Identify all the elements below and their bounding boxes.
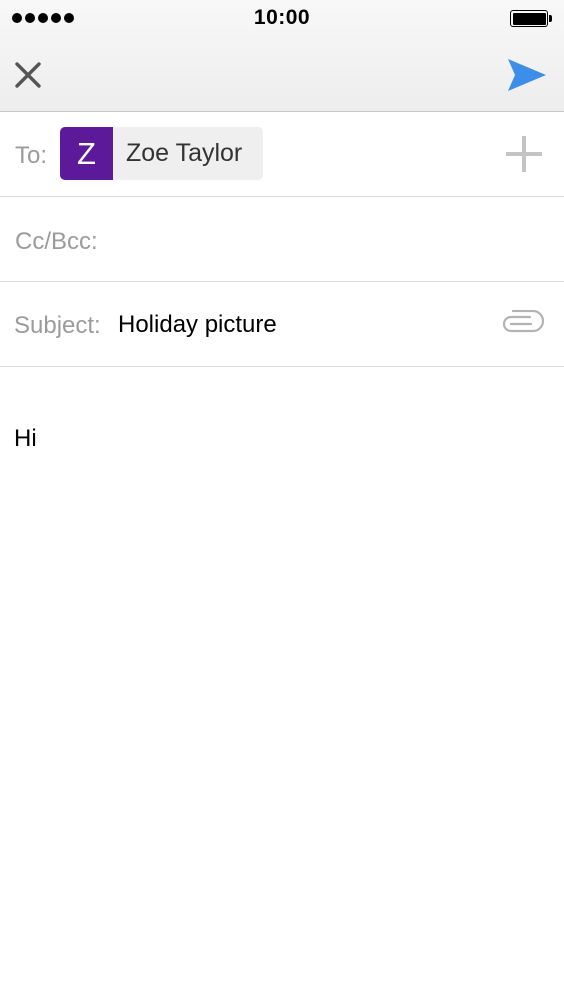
paperclip-icon (502, 309, 545, 333)
message-body[interactable]: Hi (14, 424, 550, 984)
send-button[interactable] (504, 52, 550, 98)
battery-icon (510, 10, 552, 27)
cc-bcc-row: Cc/Bcc: (0, 197, 564, 282)
to-row: To: Z Zoe Taylor (0, 112, 564, 197)
avatar: Z (60, 127, 113, 180)
cc-bcc-field[interactable] (120, 217, 540, 261)
recipient-name: Zoe Taylor (126, 139, 243, 167)
close-button[interactable] (8, 54, 48, 96)
top-bar: 10:00 (0, 0, 564, 112)
recipient-chip[interactable]: Z Zoe Taylor (60, 127, 264, 180)
status-time: 10:00 (253, 6, 311, 29)
status-bar: 10:00 (0, 0, 564, 36)
send-icon (508, 59, 546, 91)
to-label: To: (15, 142, 48, 169)
subject-label: Subject: (14, 312, 101, 339)
compose-screen: 10:00 To: Z Zoe Taylor Cc/Bcc: Subject: … (0, 0, 564, 1001)
attach-button[interactable] (500, 309, 545, 338)
cc-bcc-label: Cc/Bcc: (15, 228, 98, 255)
close-icon (15, 62, 41, 88)
subject-field[interactable] (118, 303, 478, 347)
add-recipient-button[interactable] (504, 134, 544, 174)
subject-row: Subject: (0, 282, 564, 367)
